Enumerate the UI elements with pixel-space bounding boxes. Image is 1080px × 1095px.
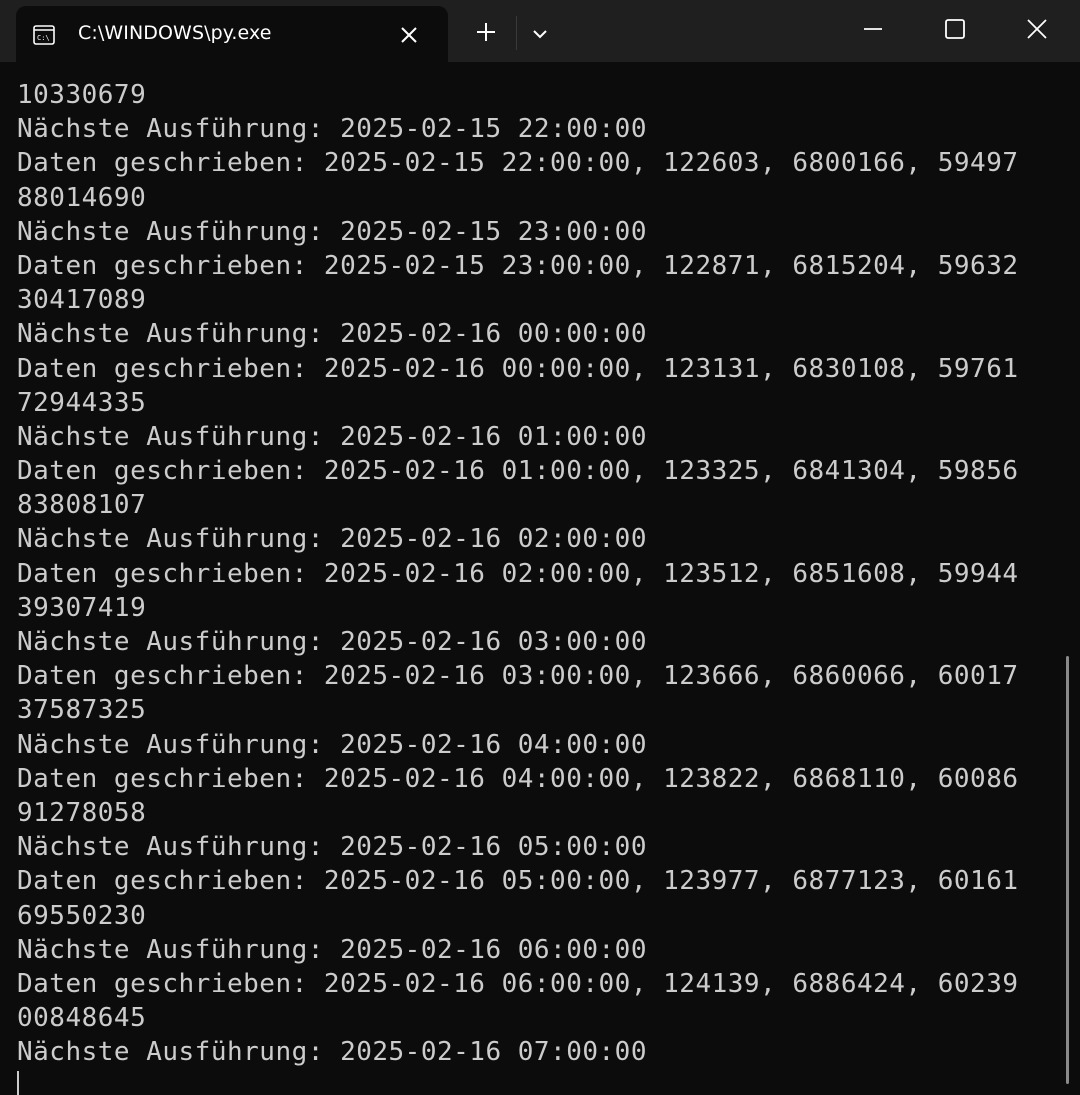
chevron-down-icon[interactable] [526, 20, 554, 48]
title-bar: C:\ C:\WINDOWS\py.exe [0, 0, 1080, 62]
minimize-icon[interactable] [856, 12, 890, 46]
maximize-icon[interactable] [938, 12, 972, 46]
console-line: Nächste Ausführung: 2025-02-16 03:00:00 [17, 627, 647, 657]
tab-py-exe[interactable]: C:\ C:\WINDOWS\py.exe [16, 6, 448, 62]
console-line: Daten geschrieben: 2025-02-16 03:00:00, … [17, 661, 1019, 692]
svg-text:C:\: C:\ [37, 34, 50, 42]
plus-icon[interactable] [472, 18, 500, 46]
console-line: 69550230 [17, 900, 147, 931]
console-line: Daten geschrieben: 2025-02-15 23:00:00, … [17, 250, 1019, 281]
console-line: Nächste Ausführung: 2025-02-15 22:00:00 [17, 114, 647, 145]
console-line: Daten geschrieben: 2025-02-16 05:00:00, … [17, 866, 1019, 897]
console-line: Nächste Ausführung: 2025-02-15 23:00:00 [17, 216, 647, 247]
console-line: Daten geschrieben: 2025-02-15 22:00:00, … [17, 148, 1019, 179]
close-icon[interactable] [1020, 12, 1054, 46]
console-line: 88014690 [17, 182, 147, 213]
console-line: 30417089 [17, 285, 147, 316]
console-line: 72944335 [17, 387, 147, 418]
text-cursor [17, 1071, 19, 1095]
console-line: Daten geschrieben: 2025-02-16 00:00:00, … [17, 353, 1019, 384]
console-line: Daten geschrieben: 2025-02-16 06:00:00, … [17, 968, 1019, 999]
console-line: Nächste Ausführung: 2025-02-16 00:00:00 [17, 319, 647, 350]
console-line: 00848645 [17, 1003, 147, 1034]
tab-separator [516, 16, 517, 50]
console-line: 91278058 [17, 797, 147, 828]
console-line: 37587325 [17, 695, 147, 726]
tab-title: C:\WINDOWS\py.exe [78, 22, 272, 44]
console-line: Nächste Ausführung: 2025-02-16 06:00:00 [17, 934, 647, 965]
close-icon[interactable] [396, 22, 422, 48]
scrollbar-thumb[interactable] [1066, 656, 1069, 1084]
console-line: Nächste Ausführung: 2025-02-16 04:00:00 [17, 729, 647, 760]
console-line: 83808107 [17, 490, 147, 521]
console-line: Nächste Ausführung: 2025-02-16 05:00:00 [17, 832, 647, 863]
console-line: Daten geschrieben: 2025-02-16 04:00:00, … [17, 763, 1019, 794]
console-line: 39307419 [17, 592, 147, 623]
console-line: Nächste Ausführung: 2025-02-16 01:00:00 [17, 421, 647, 452]
console-line: 10330679 [17, 80, 147, 110]
terminal-window: C:\ C:\WINDOWS\py.exe 10330679 Nächste A… [0, 0, 1080, 1095]
console-line: Daten geschrieben: 2025-02-16 01:00:00, … [17, 456, 1019, 487]
console-app-icon: C:\ [33, 25, 55, 45]
console-output[interactable]: 10330679 Nächste Ausführung: 2025-02-15 … [17, 78, 1057, 1095]
console-line: Daten geschrieben: 2025-02-16 02:00:00, … [17, 558, 1019, 589]
console-line: Nächste Ausführung: 2025-02-16 02:00:00 [17, 524, 647, 555]
console-line: Nächste Ausführung: 2025-02-16 07:00:00 [17, 1037, 647, 1068]
